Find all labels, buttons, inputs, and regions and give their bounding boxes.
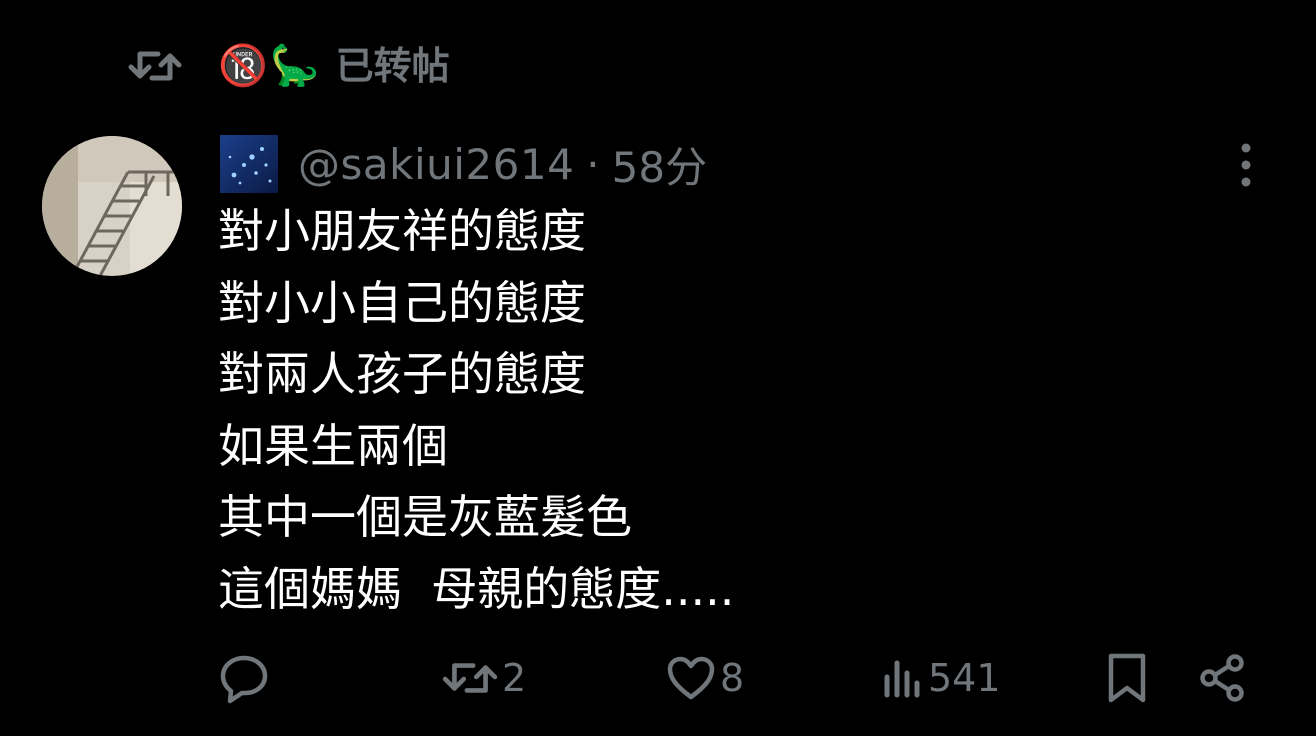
repost-icon bbox=[442, 663, 498, 693]
avatar-image bbox=[42, 136, 182, 276]
post-timestamp[interactable]: 58分 bbox=[612, 134, 707, 195]
post-text-line: 對小小自己的態度 bbox=[218, 275, 586, 330]
heart-icon bbox=[667, 656, 715, 700]
post-text-line: 如果生兩個 bbox=[218, 418, 448, 473]
reply-icon bbox=[220, 655, 268, 704]
views-chart-icon bbox=[884, 660, 920, 698]
post-text-line: 對小朋友祥的態度 bbox=[218, 204, 586, 258]
post-header: @sakiui2614 · 58分 bbox=[220, 134, 707, 194]
post-text-line: 這個媽媽 母親的態度..... bbox=[218, 561, 735, 616]
repost-button[interactable]: 2 bbox=[442, 640, 526, 716]
repost-context: 🔞🦕 已转帖 bbox=[128, 38, 450, 94]
repost-icon bbox=[128, 51, 182, 81]
reply-button[interactable] bbox=[218, 640, 274, 716]
avatar[interactable] bbox=[42, 136, 182, 276]
views-button[interactable]: 541 bbox=[882, 640, 1001, 716]
header-separator: · bbox=[586, 139, 600, 189]
user-handle[interactable]: @sakiui2614 bbox=[298, 140, 574, 189]
reposted-label: 已转帖 bbox=[335, 44, 450, 88]
bookmark-icon bbox=[1108, 653, 1146, 703]
bookmark-button[interactable] bbox=[1106, 640, 1148, 716]
views-count: 541 bbox=[928, 656, 1001, 700]
share-button[interactable] bbox=[1198, 640, 1248, 716]
repost-count: 2 bbox=[502, 656, 527, 700]
like-count: 8 bbox=[720, 656, 745, 700]
share-icon bbox=[1200, 654, 1244, 702]
action-bar: 2 8 541 bbox=[0, 640, 1316, 716]
post-text-line: 其中一個是灰藍髮色 bbox=[218, 490, 632, 544]
post-text-line: 對兩人孩子的態度 bbox=[218, 347, 586, 401]
post-text: 對小朋友祥的態度 對小小自己的態度 對兩人孩子的態度 如果生兩個 其中一個是灰藍… bbox=[218, 196, 734, 625]
more-options-icon[interactable] bbox=[1226, 140, 1266, 190]
reposter-emoji-name[interactable]: 🔞🦕 bbox=[218, 38, 322, 94]
star-sky-icon[interactable] bbox=[220, 135, 278, 193]
like-button[interactable]: 8 bbox=[666, 640, 744, 716]
